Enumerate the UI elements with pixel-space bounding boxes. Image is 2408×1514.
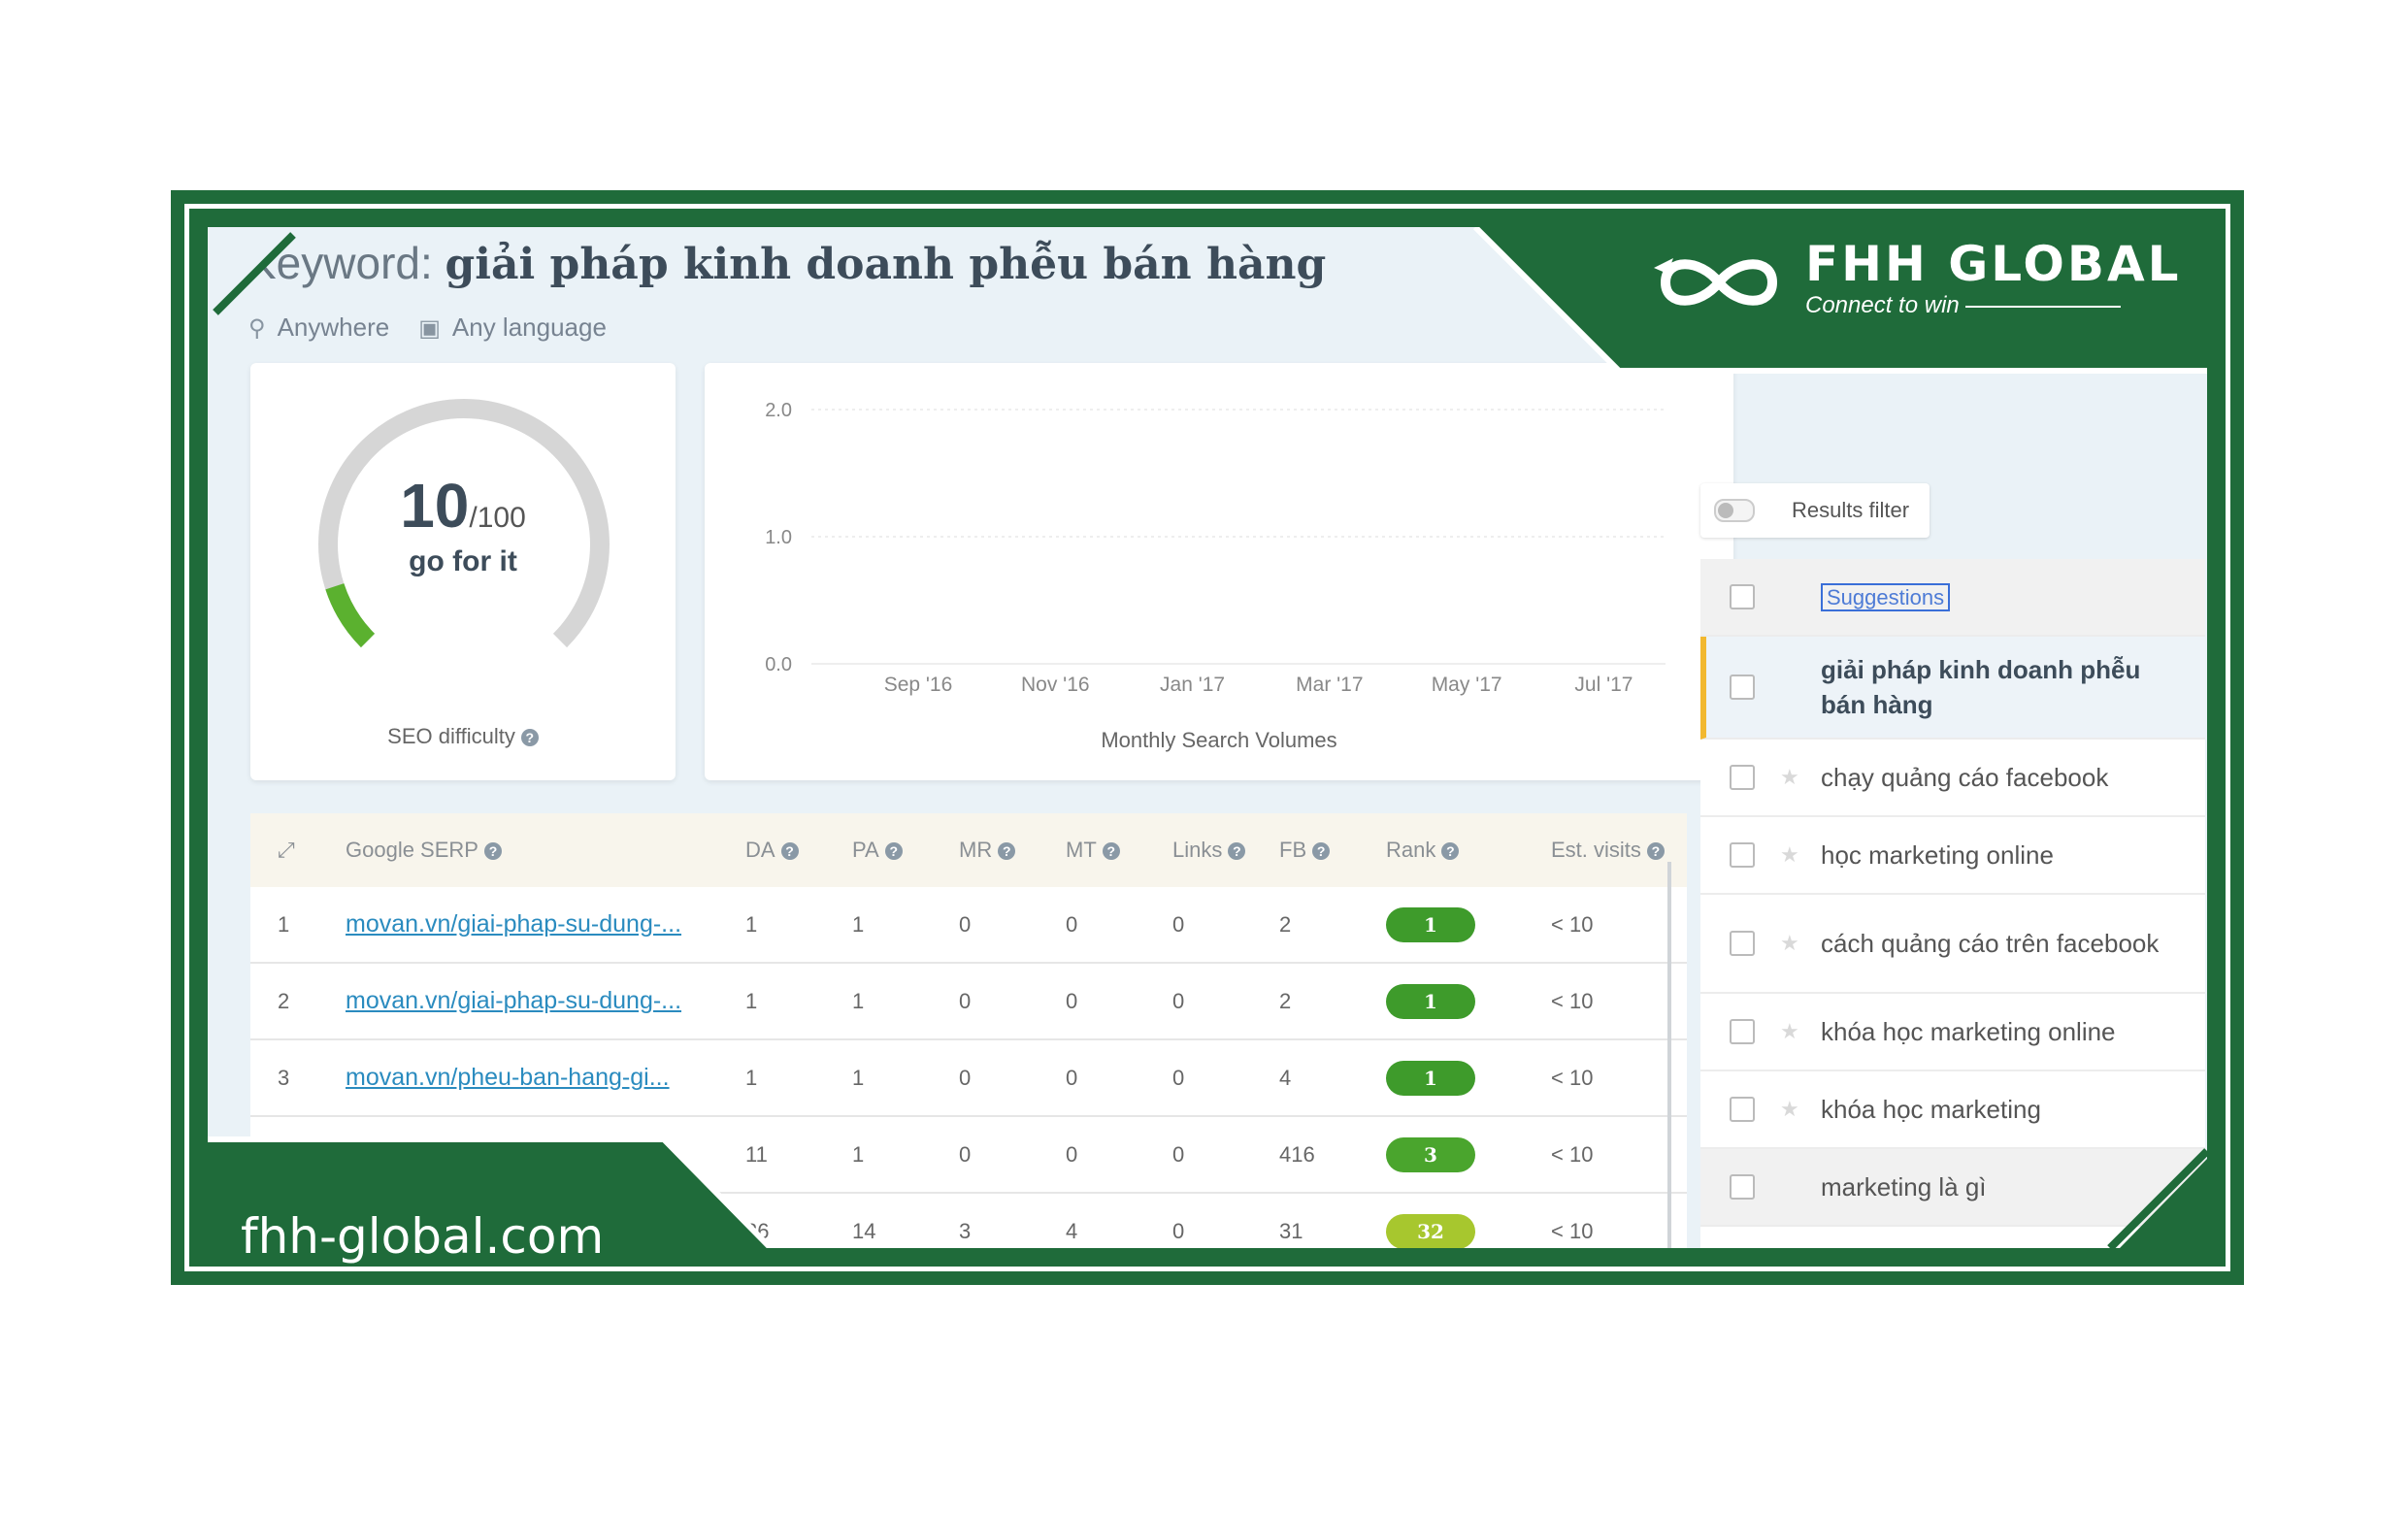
brand-name: FHH GLOBAL [1805,236,2182,292]
infinity-dragon-icon [1654,258,1778,306]
brand-frame: Keyword: giải pháp kinh doanh phễu bán h… [171,190,2244,1285]
keyword-tool-panel: Keyword: giải pháp kinh doanh phễu bán h… [208,227,2207,1248]
site-url: fhh-global.com [241,1208,605,1265]
fhh-logo: FHH GLOBAL Connect to win [1646,229,2182,326]
brand-tagline: Connect to win [1805,292,2182,319]
brand-overlay [208,227,2207,1248]
